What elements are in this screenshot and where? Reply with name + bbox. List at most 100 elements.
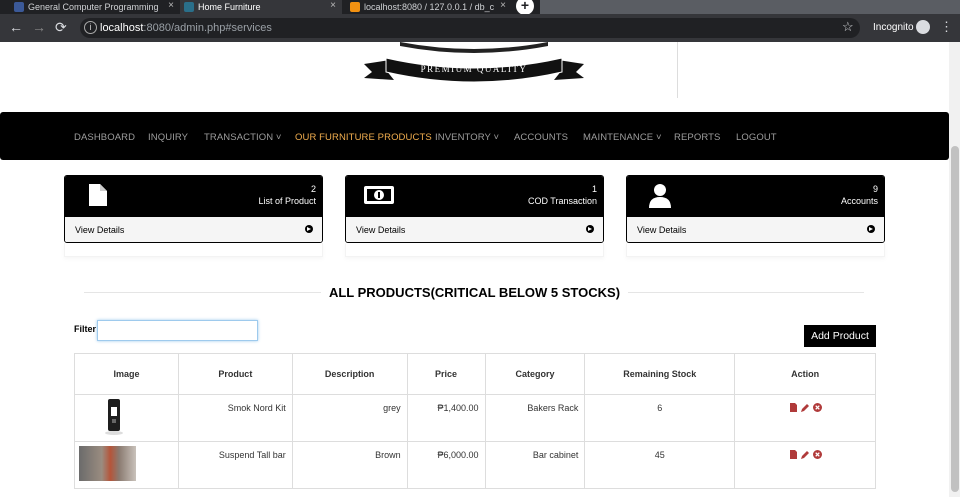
- product-image: [105, 399, 123, 435]
- address-bar: ← → ⟳ i localhost:8080/admin.php#service…: [0, 14, 960, 42]
- scrollbar-thumb[interactable]: [951, 146, 959, 492]
- filter-label: Filter: [74, 324, 97, 334]
- nav-item-accounts[interactable]: ACCOUNTS: [514, 132, 568, 143]
- nav-item-maintenance[interactable]: MAINTENANCE ˅: [583, 132, 662, 143]
- column-header[interactable]: Product: [177, 353, 293, 395]
- user-icon: [649, 184, 671, 208]
- view-details-label: View Details: [637, 225, 687, 235]
- product-description: Brown: [291, 441, 408, 489]
- panel-products: 2 List of Product View Details: [64, 175, 323, 243]
- back-icon[interactable]: ←: [9, 19, 23, 35]
- close-icon[interactable]: ×: [330, 0, 336, 11]
- product-price: ₱6,000.00: [406, 441, 486, 489]
- nav-item-products[interactable]: OUR FURNITURE PRODUCTS: [295, 132, 432, 143]
- column-header[interactable]: Image: [74, 353, 179, 395]
- column-header[interactable]: Description: [291, 353, 408, 395]
- new-tab-button[interactable]: +: [516, 0, 534, 14]
- section-title: ALL PRODUCTS(CRITICAL BELOW 5 STOCKS): [0, 285, 949, 300]
- file-icon[interactable]: [789, 403, 798, 412]
- product-image-cell: [74, 441, 179, 489]
- product-category: Bar cabinet: [484, 441, 586, 489]
- product-description: grey: [291, 394, 408, 442]
- logo-text: PREMIUM QUALITY: [421, 64, 528, 74]
- products-table: Image Product Description Price Category…: [74, 353, 876, 489]
- filter-input[interactable]: [97, 320, 258, 341]
- add-product-button[interactable]: Add Product: [804, 325, 876, 347]
- pencil-icon[interactable]: [800, 450, 810, 459]
- phpmyadmin-icon: [350, 2, 360, 12]
- facebook-icon: [14, 2, 24, 12]
- product-category: Bakers Rack: [484, 394, 586, 442]
- file-icon[interactable]: [789, 450, 798, 459]
- browser-tab-strip: General Computer Programming × Home Furn…: [0, 0, 960, 14]
- table-row: Smok Nord Kit grey ₱1,400.00 Bakers Rack…: [74, 394, 876, 442]
- forward-icon[interactable]: →: [32, 19, 46, 35]
- panel-shadow: [64, 243, 323, 257]
- browser-tab-1[interactable]: General Computer Programming ×: [10, 0, 180, 14]
- arrow-circle-right-icon: [586, 225, 594, 233]
- column-header[interactable]: Price: [406, 353, 486, 395]
- panel-count: 2: [310, 184, 316, 194]
- section-title-text: ALL PRODUCTS(CRITICAL BELOW 5 STOCKS): [320, 285, 629, 300]
- column-header[interactable]: Category: [484, 353, 586, 395]
- product-image: [79, 446, 136, 481]
- panel-count: 1: [591, 184, 597, 194]
- delete-icon[interactable]: [812, 403, 822, 412]
- close-icon[interactable]: ×: [500, 0, 506, 11]
- close-icon[interactable]: ×: [168, 0, 174, 11]
- url-input[interactable]: i localhost:8080/admin.php#services: [80, 18, 860, 38]
- page-icon: [184, 2, 194, 12]
- view-details-link[interactable]: View Details: [346, 217, 603, 242]
- nav-item-dashboard[interactable]: DASHBOARD: [74, 132, 135, 143]
- premium-quality-logo: PREMIUM QUALITY: [364, 42, 584, 83]
- nav-item-logout[interactable]: LOGOUT: [736, 132, 777, 143]
- panel-label: List of Product: [258, 196, 316, 206]
- file-icon: [89, 184, 107, 206]
- column-header[interactable]: Action: [734, 353, 876, 395]
- tab-strip-background: [540, 0, 960, 14]
- product-name: Smok Nord Kit: [177, 394, 293, 442]
- delete-icon[interactable]: [812, 450, 822, 459]
- panel-count: 9: [872, 184, 878, 194]
- product-stock: 6: [584, 394, 736, 442]
- view-details-label: View Details: [75, 225, 125, 235]
- panel-header: 9 Accounts: [627, 176, 884, 217]
- nav-item-inquiry[interactable]: INQUIRY: [148, 132, 188, 143]
- action-cell: [734, 441, 876, 489]
- table-row: Suspend Tall bar Brown ₱6,000.00 Bar cab…: [74, 441, 876, 489]
- incognito-icon[interactable]: [916, 20, 930, 34]
- view-details-label: View Details: [356, 225, 406, 235]
- panel-cod: 1 COD Transaction View Details: [345, 175, 604, 243]
- panel-shadow: [626, 243, 885, 257]
- product-image-cell: [74, 394, 179, 442]
- bookmark-star-icon[interactable]: ☆: [842, 19, 854, 35]
- browser-tab-2[interactable]: Home Furniture ×: [180, 0, 342, 14]
- url-path: :8080/admin.php#services: [143, 22, 272, 34]
- arrow-circle-right-icon: [867, 225, 875, 233]
- table-header-row: Image Product Description Price Category…: [74, 353, 876, 395]
- panel-header: 2 List of Product: [65, 176, 322, 217]
- info-icon[interactable]: i: [84, 21, 97, 34]
- arrow-circle-right-icon: [305, 225, 313, 233]
- view-details-link[interactable]: View Details: [627, 217, 884, 242]
- main-navbar: DASHBOARD INQUIRY TRANSACTION ˅ OUR FURN…: [0, 112, 949, 160]
- browser-tab-3[interactable]: localhost:8080 / 127.0.0.1 / db_c ×: [346, 0, 512, 14]
- nav-item-reports[interactable]: REPORTS: [674, 132, 720, 143]
- incognito-label: Incognito: [873, 22, 914, 33]
- product-price: ₱1,400.00: [406, 394, 486, 442]
- product-stock: 45: [584, 441, 736, 489]
- pencil-icon[interactable]: [800, 403, 810, 412]
- view-details-link[interactable]: View Details: [65, 217, 322, 242]
- tab-title: Home Furniture: [198, 2, 261, 12]
- nav-item-inventory[interactable]: INVENTORY ˅: [435, 132, 499, 143]
- column-header[interactable]: Remaining Stock: [584, 353, 736, 395]
- header-divider: [677, 42, 678, 98]
- url-host: localhost: [100, 22, 144, 34]
- panel-header: 1 COD Transaction: [346, 176, 603, 217]
- nav-item-transaction[interactable]: TRANSACTION ˅: [204, 132, 282, 143]
- menu-dots-icon[interactable]: ⋮: [940, 19, 953, 35]
- panel-accounts: 9 Accounts View Details: [626, 175, 885, 243]
- panel-label: COD Transaction: [527, 196, 597, 206]
- panel-shadow: [345, 243, 604, 257]
- reload-icon[interactable]: ⟳: [55, 19, 67, 36]
